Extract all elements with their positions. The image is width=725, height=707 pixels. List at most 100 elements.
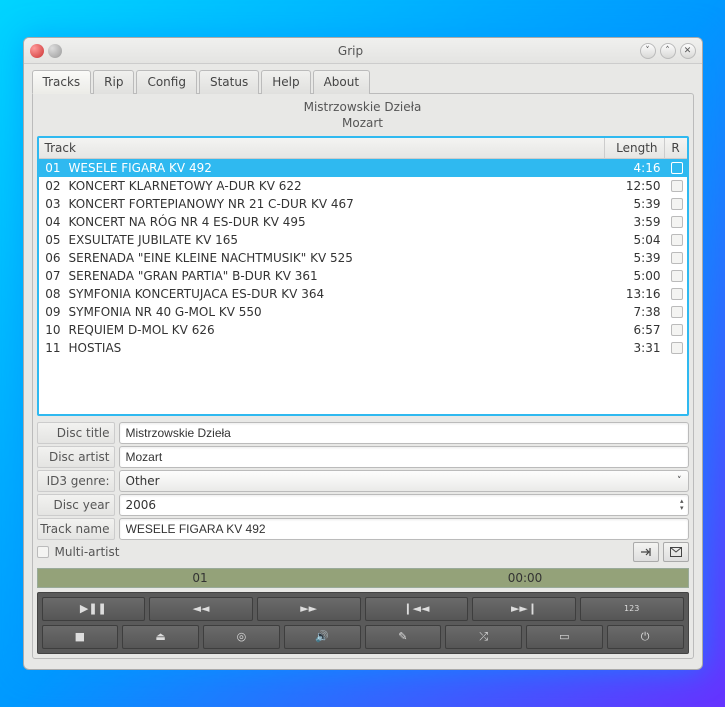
track-length: 5:39 — [611, 249, 667, 267]
table-row[interactable]: 01WESELE FIGARA KV 4924:16 — [39, 159, 687, 177]
multi-artist-label: Multi-artist — [55, 545, 120, 559]
track-num: 02 — [39, 177, 65, 195]
rewind-icon: ◄◄ — [193, 602, 210, 615]
disc-scan-button[interactable]: ◎ — [203, 625, 280, 649]
play-pause-icon: ▶❚❚ — [80, 602, 107, 615]
rip-checkbox[interactable] — [671, 180, 683, 192]
table-row[interactable]: 08SYMFONIA KONCERTUJACA ES-DUR KV 36413:… — [39, 285, 687, 303]
mail-icon — [670, 547, 682, 557]
progress-bar[interactable]: 01 00:00 — [37, 568, 689, 588]
rip-checkbox[interactable] — [671, 324, 683, 336]
player-controls: ▶❚❚ ◄◄ ►► ❙◄◄ ►►❙ 123 ■ ⏏ ◎ 🔊 ✎ ⤮ ▭ ⏻ — [37, 592, 689, 654]
tab-config[interactable]: Config — [136, 70, 197, 94]
disc-form: Disc title Disc artist ID3 genre: Other … — [37, 422, 689, 562]
forward-icon: ►► — [300, 602, 317, 615]
track-num: 06 — [39, 249, 65, 267]
stop-button[interactable]: ■ — [42, 625, 119, 649]
rip-checkbox[interactable] — [671, 270, 683, 282]
table-row[interactable]: 06SERENADA "EINE KLEINE NACHTMUSIK" KV 5… — [39, 249, 687, 267]
rip-checkbox[interactable] — [671, 342, 683, 354]
table-row[interactable]: 03KONCERT FORTEPIANOWY NR 21 C-DUR KV 46… — [39, 195, 687, 213]
track-length: 5:39 — [611, 195, 667, 213]
track-length: 3:31 — [611, 339, 667, 357]
eject-icon: ⏏ — [155, 630, 165, 643]
quit-button[interactable]: ⏻ — [607, 625, 684, 649]
mail-button[interactable] — [663, 542, 689, 562]
compact-icon: ▭ — [559, 630, 569, 643]
compact-button[interactable]: ▭ — [526, 625, 603, 649]
table-row[interactable]: 09SYMFONIA NR 40 G-MOL KV 5507:38 — [39, 303, 687, 321]
track-num: 09 — [39, 303, 65, 321]
volume-icon: 🔊 — [315, 630, 329, 643]
window-pin-icon[interactable] — [48, 44, 62, 58]
table-row[interactable]: 04KONCERT NA RÓG NR 4 ES-DUR KV 4953:59 — [39, 213, 687, 231]
tab-rip[interactable]: Rip — [93, 70, 134, 94]
shuffle-button[interactable]: ⤮ — [445, 625, 522, 649]
prev-track-button[interactable]: ❙◄◄ — [365, 597, 469, 621]
col-length[interactable]: Length — [605, 138, 665, 158]
table-row[interactable]: 11HOSTIAS3:31 — [39, 339, 687, 357]
play-pause-button[interactable]: ▶❚❚ — [42, 597, 146, 621]
prev-track-icon: ❙◄◄ — [403, 602, 429, 615]
col-track[interactable]: Track — [39, 138, 605, 158]
counter-value: 123 — [624, 604, 639, 613]
track-num: 11 — [39, 339, 65, 357]
rewind-button[interactable]: ◄◄ — [149, 597, 253, 621]
track-title: HOSTIAS — [65, 339, 611, 357]
table-row[interactable]: 07SERENADA "GRAN PARTIA" B-DUR KV 3615:0… — [39, 267, 687, 285]
multi-artist-checkbox[interactable] — [37, 546, 49, 558]
track-title: SYMFONIA KONCERTUJACA ES-DUR KV 364 — [65, 285, 611, 303]
table-row[interactable]: 02KONCERT KLARNETOWY A-DUR KV 62212:50 — [39, 177, 687, 195]
tab-help[interactable]: Help — [261, 70, 310, 94]
track-length: 12:50 — [611, 177, 667, 195]
stop-icon: ■ — [75, 630, 85, 643]
rip-checkbox[interactable] — [671, 288, 683, 300]
rip-checkbox[interactable] — [671, 162, 683, 174]
rip-checkbox[interactable] — [671, 216, 683, 228]
minimize-button[interactable]: ˅ — [640, 43, 656, 59]
track-num: 03 — [39, 195, 65, 213]
tab-bar: Tracks Rip Config Status Help About — [32, 70, 694, 94]
tab-about[interactable]: About — [313, 70, 370, 94]
disc-artist-input[interactable] — [119, 446, 689, 468]
forward-button[interactable]: ►► — [257, 597, 361, 621]
track-length: 13:16 — [611, 285, 667, 303]
rip-checkbox[interactable] — [671, 306, 683, 318]
close-button[interactable]: ✕ — [680, 43, 696, 59]
disc-title-input[interactable] — [119, 422, 689, 444]
album-title: Mistrzowskie Dzieła — [37, 100, 689, 116]
table-row[interactable]: 10REQUIEM D-MOL KV 6266:57 — [39, 321, 687, 339]
tab-tracks[interactable]: Tracks — [32, 70, 92, 94]
year-label: Disc year — [37, 494, 115, 516]
counter-button[interactable]: 123 — [580, 597, 684, 621]
track-length: 7:38 — [611, 303, 667, 321]
next-track-button[interactable]: ►►❙ — [472, 597, 576, 621]
track-title: SERENADA "GRAN PARTIA" B-DUR KV 361 — [65, 267, 611, 285]
tab-status[interactable]: Status — [199, 70, 259, 94]
window-menu-icon[interactable] — [30, 44, 44, 58]
maximize-button[interactable]: ˄ — [660, 43, 676, 59]
rip-checkbox[interactable] — [671, 198, 683, 210]
disc-title-label: Disc title — [37, 422, 115, 444]
eject-button[interactable]: ⏏ — [122, 625, 199, 649]
year-value: 2006 — [126, 498, 157, 512]
volume-button[interactable]: 🔊 — [284, 625, 361, 649]
next-track-icon: ►►❙ — [511, 602, 537, 615]
spin-down-icon[interactable]: ▾ — [680, 505, 684, 512]
track-name-input[interactable] — [119, 518, 689, 540]
export-button[interactable] — [633, 542, 659, 562]
col-rip[interactable]: R — [665, 138, 687, 158]
chevron-down-icon: ˅ — [677, 476, 682, 486]
track-title: KONCERT KLARNETOWY A-DUR KV 622 — [65, 177, 611, 195]
track-length: 5:00 — [611, 267, 667, 285]
year-spinner[interactable]: 2006 ▴▾ — [119, 494, 689, 516]
edit-button[interactable]: ✎ — [365, 625, 442, 649]
track-title: SYMFONIA NR 40 G-MOL KV 550 — [65, 303, 611, 321]
track-title: KONCERT FORTEPIANOWY NR 21 C-DUR KV 467 — [65, 195, 611, 213]
track-length: 5:04 — [611, 231, 667, 249]
rip-checkbox[interactable] — [671, 234, 683, 246]
rip-checkbox[interactable] — [671, 252, 683, 264]
table-row[interactable]: 05EXSULTATE JUBILATE KV 1655:04 — [39, 231, 687, 249]
disc-artist-label: Disc artist — [37, 446, 115, 468]
genre-select[interactable]: Other ˅ — [119, 470, 689, 492]
